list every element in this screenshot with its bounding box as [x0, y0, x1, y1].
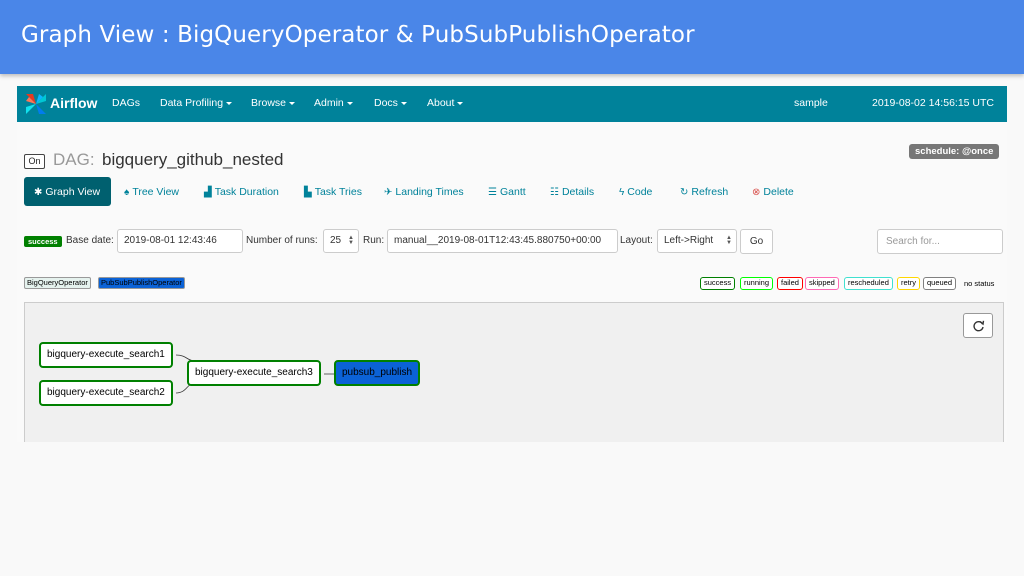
- nav-datetime: 2019-08-02 14:56:15 UTC: [872, 97, 994, 109]
- nav-admin[interactable]: Admin: [314, 97, 353, 109]
- navbar: Airflow DAGs Data Profiling Browse Admin…: [17, 86, 1007, 122]
- nav-about[interactable]: About: [427, 97, 464, 109]
- legend-queued: queued: [923, 277, 957, 290]
- tab-delete[interactable]: ⊗ Delete: [752, 186, 794, 207]
- run-label: Run:: [363, 235, 385, 246]
- tab-code[interactable]: ϟ Code: [619, 186, 652, 207]
- legend-rescheduled: rescheduled: [844, 277, 893, 290]
- list-icon: ☷: [550, 187, 559, 198]
- tab-graph-view[interactable]: ✱ Graph View: [24, 177, 111, 206]
- state-badge: success: [24, 236, 62, 247]
- tab-details[interactable]: ☷ Details: [550, 186, 594, 207]
- base-date-input[interactable]: 2019-08-01 12:43:46: [117, 229, 243, 253]
- nav-user[interactable]: sample: [794, 97, 828, 109]
- select-caret-icon: ▲ ▼: [726, 235, 732, 246]
- caret-down-icon: [346, 101, 353, 105]
- dag-label: DAG:: [53, 150, 95, 169]
- layout-select[interactable]: Left->Right ▲ ▼: [657, 229, 737, 253]
- nav-data-profiling[interactable]: Data Profiling: [160, 97, 233, 109]
- search-input[interactable]: Search for...: [877, 229, 1003, 254]
- dag-graph[interactable]: bigquery-execute_search1 bigquery-execut…: [24, 302, 1004, 442]
- legend-failed: failed: [777, 277, 803, 290]
- tab-refresh[interactable]: ↻ Refresh: [680, 186, 728, 207]
- caret-down-icon: [457, 101, 464, 105]
- nav-browse[interactable]: Browse: [251, 97, 296, 109]
- task-node[interactable]: bigquery-execute_search2: [39, 380, 173, 406]
- runs-select[interactable]: 25 ▲ ▼: [323, 229, 359, 253]
- line-chart-icon: ▙: [304, 187, 312, 198]
- schedule-badge: schedule: @once: [909, 144, 1000, 159]
- nav-docs[interactable]: Docs: [374, 97, 407, 109]
- legend-no-status: no status: [964, 279, 995, 288]
- legend-success: success: [700, 277, 736, 290]
- slide-header: Graph View : BigQueryOperator & PubSubPu…: [0, 0, 1024, 74]
- brand[interactable]: Airflow: [50, 95, 97, 111]
- graph-refresh-button[interactable]: [963, 313, 993, 338]
- base-date-label: Base date:: [66, 235, 114, 246]
- graph-edges: [175, 354, 341, 394]
- caret-down-icon: [289, 101, 296, 105]
- task-node[interactable]: bigquery-execute_search1: [39, 342, 173, 368]
- legend-skipped: skipped: [805, 277, 839, 290]
- plane-icon: ✈: [384, 187, 393, 198]
- select-caret-icon: ▲ ▼: [348, 235, 354, 246]
- airflow-logo-icon[interactable]: [23, 91, 49, 117]
- runs-label: Number of runs:: [246, 235, 318, 246]
- nav-dags[interactable]: DAGs: [112, 97, 140, 109]
- flash-icon: ϟ: [619, 187, 625, 198]
- caret-down-icon: [226, 101, 233, 105]
- task-node[interactable]: bigquery-execute_search3: [187, 360, 321, 386]
- asterisk-icon: ✱: [34, 187, 43, 198]
- airflow-screenshot: Airflow DAGs Data Profiling Browse Admin…: [17, 86, 1007, 442]
- refresh-icon: ↻: [680, 187, 689, 198]
- tab-tree-view[interactable]: ♠ Tree View: [124, 186, 179, 207]
- run-select[interactable]: manual__2019-08-01T12:43:45.880750+00:00: [387, 229, 618, 253]
- go-button[interactable]: Go: [740, 229, 773, 254]
- dag-toggle[interactable]: On: [24, 154, 45, 169]
- tab-landing-times[interactable]: ✈ Landing Times: [384, 186, 464, 207]
- slide-title: Graph View : BigQueryOperator & PubSubPu…: [21, 22, 695, 48]
- gantt-icon: ☰: [488, 187, 497, 198]
- bar-chart-icon: ▟: [204, 187, 212, 198]
- tree-icon: ♠: [124, 187, 130, 198]
- tab-task-duration[interactable]: ▟ Task Duration: [204, 186, 279, 207]
- refresh-icon: [973, 320, 985, 332]
- task-node-pubsub[interactable]: pubsub_publish: [334, 360, 421, 386]
- tab-task-tries[interactable]: ▙ Task Tries: [304, 186, 362, 207]
- layout-label: Layout:: [620, 235, 653, 246]
- delete-icon: ⊗: [752, 187, 761, 198]
- caret-down-icon: [400, 101, 407, 105]
- dag-id: bigquery_github_nested: [102, 150, 284, 169]
- tab-gantt[interactable]: ☰ Gantt: [488, 186, 526, 207]
- operator-tag-bigquery: BigQueryOperator: [24, 277, 91, 289]
- legend-running: running: [740, 277, 774, 290]
- operator-tag-pubsub: PubSubPublishOperator: [98, 277, 185, 289]
- legend-retry: retry: [897, 277, 920, 290]
